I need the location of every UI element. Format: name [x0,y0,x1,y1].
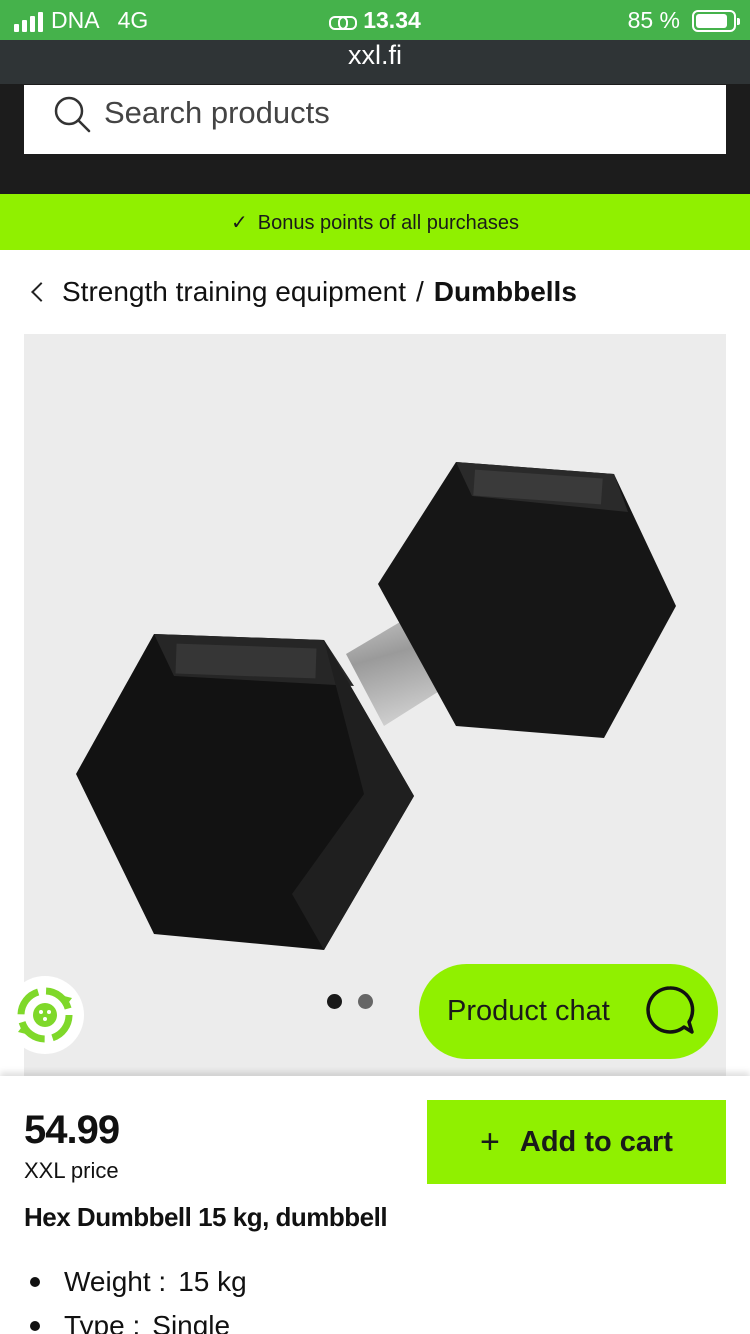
purchase-panel: 54.99 XXL price + Add to cart Hex Dumbbe… [0,1076,750,1334]
recycle-icon [17,987,73,1043]
site-header [0,84,750,194]
check-icon: ✓ [230,212,248,234]
spec-item: Type : Single [24,1304,247,1334]
product-price: 54.99 [24,1108,120,1152]
spec-value: 15 kg [178,1266,247,1297]
spec-item: Weight : 15 kg [24,1260,247,1304]
bullet-icon [30,1321,40,1331]
battery-fill [696,13,727,28]
url-text: xxl.fi [348,40,402,70]
battery-icon [692,9,740,32]
spec-name: Type : [64,1310,141,1334]
product-spec-list: Weight : 15 kg Type : Single [24,1260,247,1334]
breadcrumb: Strength training equipment / Dumbbells [28,276,577,308]
link-icon [329,15,358,30]
bonus-text: Bonus points of all purchases [257,212,520,234]
status-bar: DNA 4G 13.34 85 % [0,0,750,40]
spec-name: Weight : [64,1266,167,1297]
spec-value: Single [152,1310,231,1334]
breadcrumb-separator: / [416,276,424,307]
chevron-left-icon[interactable] [31,282,51,302]
bonus-banner: ✓ Bonus points of all purchases [0,194,750,250]
search-box[interactable] [24,85,726,154]
gallery-dot[interactable] [327,994,342,1009]
battery-percent: 85 % [627,7,680,33]
breadcrumb-current: Dumbbells [433,276,577,307]
breadcrumb-parent[interactable]: Strength training equipment [62,276,406,308]
add-to-cart-button[interactable]: + Add to cart [427,1100,726,1184]
browser-url-bar[interactable]: xxl.fi [0,40,750,84]
search-input[interactable] [104,91,704,135]
price-label: XXL price [24,1158,119,1183]
product-title: Hex Dumbbell 15 kg, dumbbell [24,1202,388,1232]
bullet-icon [30,1277,40,1287]
gallery-pagination [327,994,373,1009]
chat-bubble-icon [646,986,695,1034]
recycle-badge[interactable] [6,976,84,1054]
status-right: 85 % [627,7,740,34]
product-chat-button[interactable]: Product chat [419,964,718,1059]
add-to-cart-label: Add to cart [519,1125,673,1158]
gallery-dot[interactable] [358,994,373,1009]
product-chat-label: Product chat [447,995,610,1027]
plus-icon: + [480,1122,500,1161]
search-icon [54,96,91,133]
status-time: 13.34 [363,7,421,33]
